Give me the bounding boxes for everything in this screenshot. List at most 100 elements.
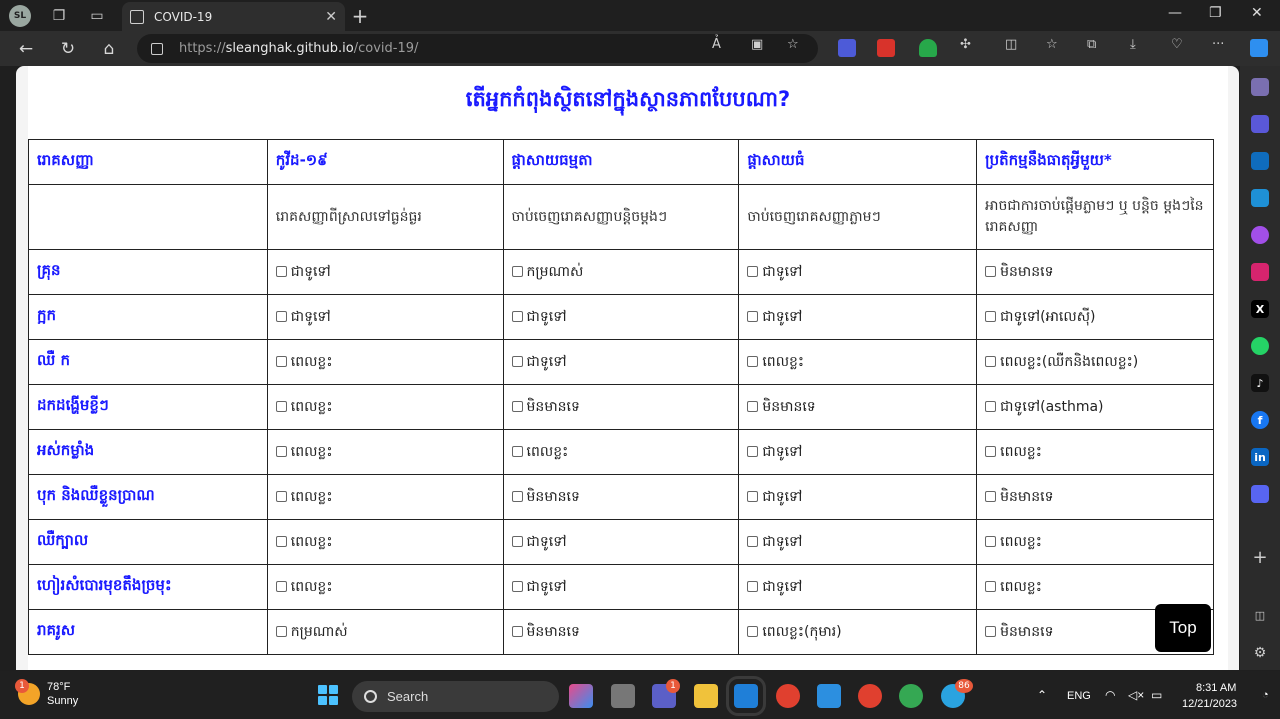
- checkbox[interactable]: [511, 311, 523, 322]
- sidebar-messenger-icon[interactable]: [1251, 226, 1269, 244]
- sidebar-whatsapp-icon[interactable]: [1251, 337, 1269, 355]
- lock-icon[interactable]: [151, 42, 163, 55]
- checkbox[interactable]: [275, 401, 287, 412]
- checkbox[interactable]: [985, 581, 997, 592]
- weather-widget[interactable]: 1 78°F Sunny: [15, 679, 78, 708]
- clock-time[interactable]: 8:31 AM: [1196, 682, 1236, 694]
- checkbox[interactable]: [747, 266, 759, 277]
- top-button[interactable]: Top: [1155, 604, 1211, 652]
- task-view-icon[interactable]: [611, 684, 635, 708]
- immersive-reader-icon[interactable]: ▣: [751, 37, 763, 52]
- checkbox[interactable]: [985, 356, 997, 367]
- refresh-icon[interactable]: ↻: [56, 37, 80, 61]
- clock-date[interactable]: 12/21/2023: [1182, 698, 1237, 710]
- sidebar-outlook-icon[interactable]: [1251, 152, 1269, 170]
- favorites-icon[interactable]: ☆: [1046, 37, 1058, 52]
- checkbox[interactable]: [511, 536, 523, 547]
- sidebar-tiktok-icon[interactable]: ♪: [1251, 374, 1269, 392]
- close-tab-icon[interactable]: ✕: [325, 9, 337, 25]
- checkbox[interactable]: [747, 581, 759, 592]
- checkbox[interactable]: [985, 536, 997, 547]
- checkbox[interactable]: [511, 446, 523, 457]
- copilot-taskbar-icon[interactable]: [569, 684, 593, 708]
- restore-icon[interactable]: ❐: [1209, 5, 1222, 21]
- telegram-icon[interactable]: 86: [941, 679, 973, 708]
- wifi-icon[interactable]: ◠: [1105, 688, 1115, 702]
- checkbox[interactable]: [275, 581, 287, 592]
- notification-bell-icon[interactable]: ◔: [1262, 689, 1269, 701]
- checkbox[interactable]: [511, 356, 523, 367]
- checkbox[interactable]: [275, 536, 287, 547]
- split-screen-icon[interactable]: ◫: [1005, 37, 1017, 52]
- sidebar-copilot-icon[interactable]: [1251, 115, 1269, 133]
- file-explorer-icon[interactable]: [694, 684, 718, 708]
- sidebar-settings-gear-icon[interactable]: ⚙: [1251, 644, 1269, 662]
- edge-taskbar-icon[interactable]: [726, 676, 766, 716]
- checkbox[interactable]: [985, 626, 997, 637]
- extension-2-icon[interactable]: [877, 39, 895, 57]
- checkbox[interactable]: [985, 311, 997, 322]
- checkbox[interactable]: [511, 581, 523, 592]
- minimize-icon[interactable]: —: [1168, 5, 1182, 21]
- taskbar-search[interactable]: Search: [352, 681, 559, 712]
- volume-icon[interactable]: ◁×: [1128, 688, 1144, 702]
- checkbox[interactable]: [275, 266, 287, 277]
- sidebar-discord-icon[interactable]: [1251, 485, 1269, 503]
- adblock-shield-icon[interactable]: [919, 39, 937, 57]
- checkbox[interactable]: [747, 536, 759, 547]
- sidebar-instagram-icon[interactable]: [1251, 263, 1269, 281]
- start-button-icon[interactable]: [318, 685, 338, 705]
- sidebar-x-icon[interactable]: X: [1251, 300, 1269, 318]
- checkbox[interactable]: [747, 491, 759, 502]
- settings-more-icon[interactable]: ···: [1212, 37, 1224, 52]
- profile-avatar[interactable]: SL: [9, 5, 31, 27]
- language-indicator[interactable]: ENG: [1067, 690, 1091, 702]
- checkbox[interactable]: [985, 266, 997, 277]
- sidebar-drop-icon[interactable]: [1251, 189, 1269, 207]
- back-icon[interactable]: ←: [14, 37, 38, 61]
- window-close-icon[interactable]: ✕: [1251, 5, 1263, 21]
- checkbox[interactable]: [747, 401, 759, 412]
- extension-1-icon[interactable]: [838, 39, 856, 57]
- sidebar-hide-icon[interactable]: ◫: [1251, 606, 1269, 624]
- battery-icon[interactable]: ▭: [1151, 688, 1162, 702]
- checkbox[interactable]: [511, 491, 523, 502]
- read-aloud-icon[interactable]: Ả: [712, 37, 721, 52]
- collections-icon[interactable]: ⧉: [1087, 37, 1096, 52]
- favorite-star-icon[interactable]: ☆: [787, 37, 799, 52]
- checkbox[interactable]: [985, 446, 997, 457]
- checkbox[interactable]: [275, 311, 287, 322]
- checkbox[interactable]: [275, 356, 287, 367]
- downloads-icon[interactable]: ⤓: [1130, 37, 1136, 52]
- checkbox[interactable]: [985, 491, 997, 502]
- extensions-puzzle-icon[interactable]: ✣: [960, 37, 971, 52]
- tray-chevron-icon[interactable]: ⌃: [1037, 688, 1047, 702]
- sidebar-facebook-icon[interactable]: f: [1251, 411, 1269, 429]
- teams-icon[interactable]: 1: [652, 679, 680, 708]
- checkbox[interactable]: [747, 626, 759, 637]
- url-text[interactable]: https://sleanghak.github.io/covid-19/: [179, 41, 418, 56]
- sidebar-games-icon[interactable]: [1251, 78, 1269, 96]
- checkbox[interactable]: [275, 446, 287, 457]
- chrome-icon[interactable]: [776, 684, 800, 708]
- new-tab-icon[interactable]: +: [348, 4, 372, 28]
- checkbox[interactable]: [747, 311, 759, 322]
- checkbox[interactable]: [985, 401, 997, 412]
- checkbox[interactable]: [275, 491, 287, 502]
- checkbox[interactable]: [275, 626, 287, 637]
- tab-actions-icon[interactable]: ▭: [85, 4, 109, 28]
- chrome-dev-icon[interactable]: [899, 684, 923, 708]
- checkbox[interactable]: [747, 356, 759, 367]
- workspaces-icon[interactable]: ❐: [47, 4, 71, 28]
- copilot-icon[interactable]: [1250, 39, 1268, 57]
- tab-covid[interactable]: COVID-19 ✕: [122, 2, 345, 31]
- checkbox[interactable]: [511, 266, 523, 277]
- performance-icon[interactable]: ♡: [1171, 37, 1183, 52]
- sidebar-add-icon[interactable]: +: [1251, 547, 1269, 568]
- checkbox[interactable]: [747, 446, 759, 457]
- checkbox[interactable]: [511, 401, 523, 412]
- chrome-profile-icon[interactable]: [858, 684, 882, 708]
- home-icon[interactable]: ⌂: [97, 37, 121, 61]
- vscode-icon[interactable]: [817, 684, 841, 708]
- checkbox[interactable]: [511, 626, 523, 637]
